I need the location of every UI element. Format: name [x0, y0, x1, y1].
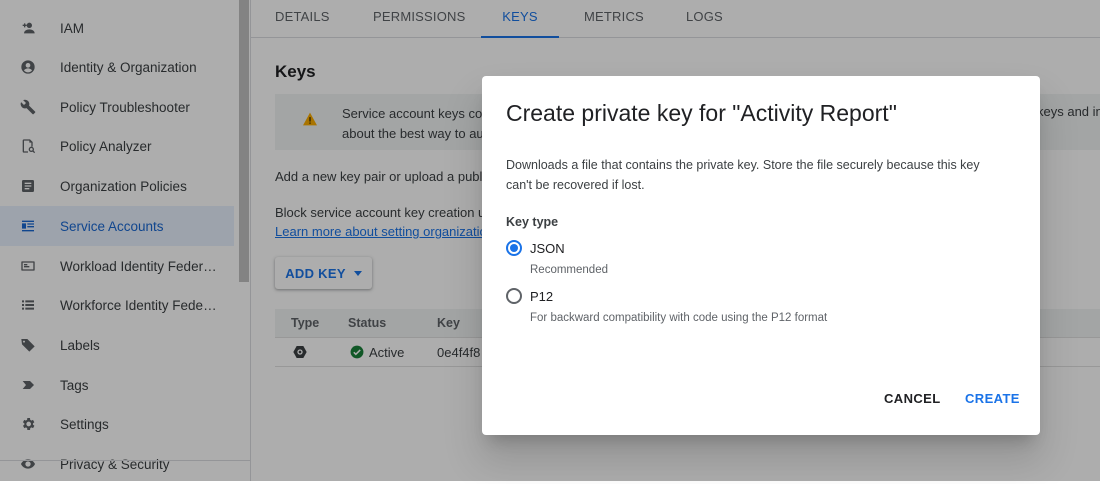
p12-radio[interactable] — [506, 288, 522, 304]
dialog-description: Downloads a file that contains the priva… — [506, 158, 980, 192]
create-private-key-dialog: Create private key for "Activity Report"… — [482, 76, 1040, 435]
json-radio[interactable] — [506, 240, 522, 256]
cancel-button[interactable]: CANCEL — [884, 391, 941, 406]
p12-option-sublabel: For backward compatibility with code usi… — [530, 312, 828, 324]
json-option-sublabel: Recommended — [530, 264, 608, 276]
dialog-title: Create private key for "Activity Report" — [506, 100, 897, 126]
json-option-label[interactable]: JSON — [530, 241, 565, 256]
key-type-label: Key type — [506, 215, 559, 229]
p12-option-label[interactable]: P12 — [530, 289, 553, 304]
create-button[interactable]: CREATE — [965, 391, 1020, 406]
